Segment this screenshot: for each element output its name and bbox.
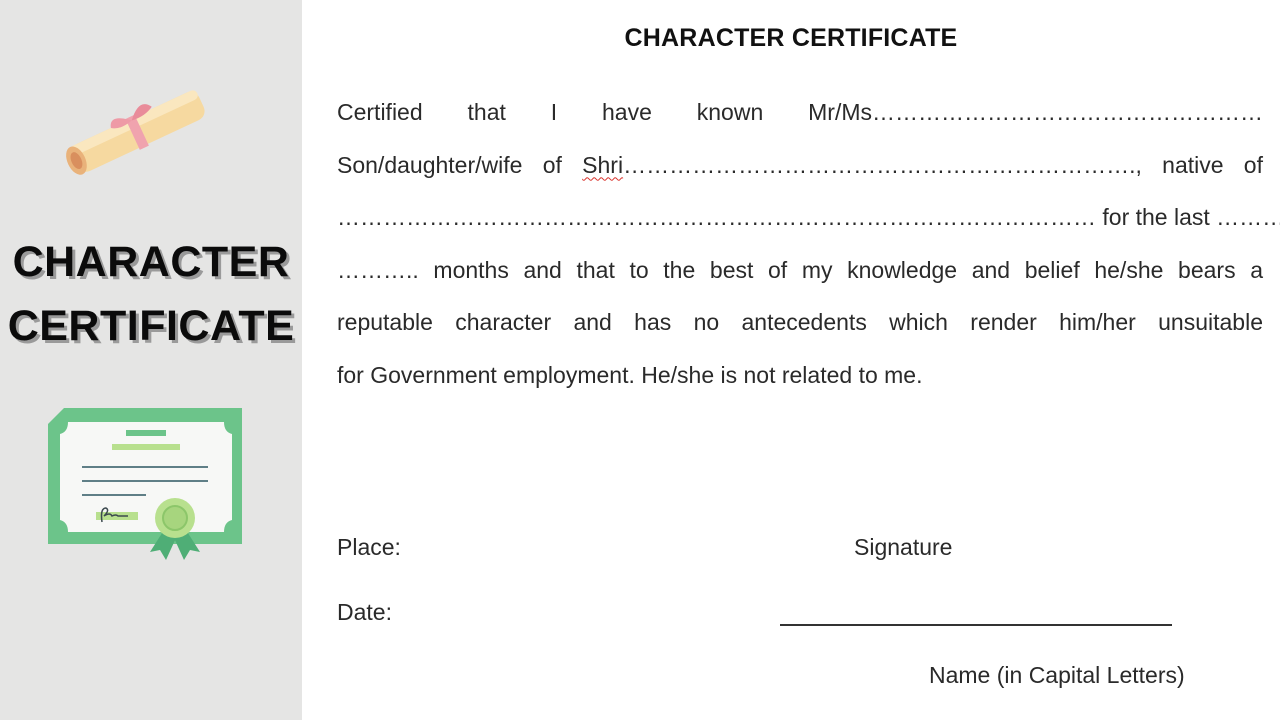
scroll-icon [66, 90, 205, 175]
body-line-4: ……….. months and that to the best of my … [337, 256, 1263, 283]
spellcheck-word: Shri [582, 151, 624, 178]
body-line-3: ……………………………………………………………………………………… for th… [337, 204, 1280, 230]
left-panel: CHARACTER CERTIFICATE [0, 0, 302, 720]
document-title: CHARACTER CERTIFICATE [624, 24, 958, 52]
certificate-document: CHARACTER CERTIFICATE Certified that I h… [302, 0, 1280, 720]
body-line-2: Son/daughter/wife of Shri………………………………………… [337, 139, 1263, 192]
body-line-5: reputable character and has no anteceden… [337, 309, 1263, 335]
sidebar-title-line1: CHARACTER [12, 238, 290, 286]
name-capital-letters-label: Name (in Capital Letters) [929, 662, 1185, 688]
body-line-6: for Government employment. He/she is not… [337, 361, 923, 388]
sidebar-title-line2: CERTIFICATE [7, 302, 295, 350]
signature-line [780, 624, 1172, 626]
sidebar-title: CHARACTER CERTIFICATE [0, 230, 302, 358]
certificate-icon [48, 408, 242, 560]
certificate-body: Certified that I have known Mr/Ms…………………… [337, 86, 1280, 401]
place-label: Place: [337, 534, 401, 560]
native-of-text: …………………………………………………………., native of [623, 151, 1263, 178]
relation-text: Son/daughter/wife of [337, 151, 583, 178]
signature-label: Signature [854, 534, 953, 560]
body-line-1: Certified that I have known Mr/Ms…………………… [337, 99, 1263, 125]
date-label: Date: [337, 599, 392, 625]
